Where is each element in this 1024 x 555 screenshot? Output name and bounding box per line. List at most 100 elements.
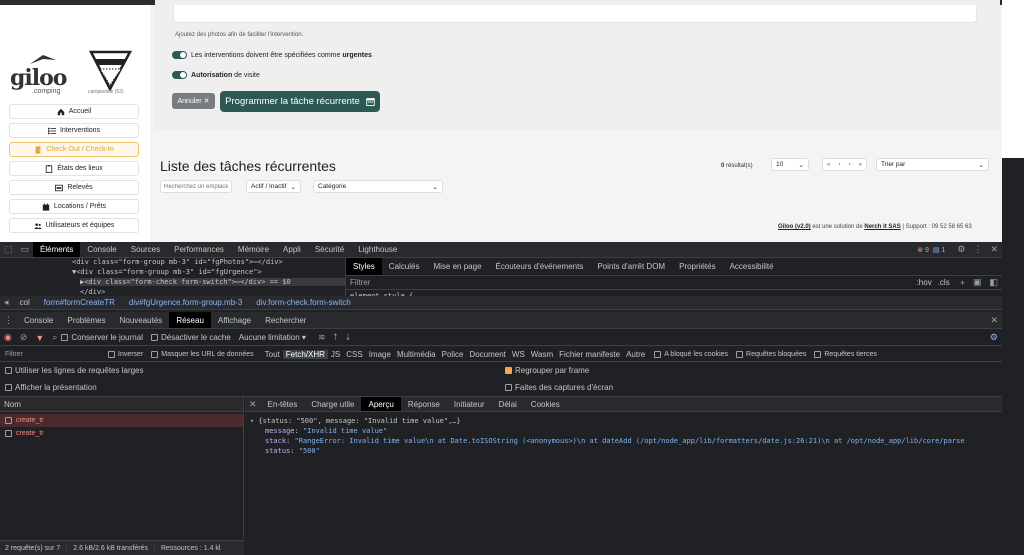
network-filter-input[interactable]: Filtrer	[0, 351, 108, 358]
tab-console[interactable]: Console	[17, 316, 60, 325]
blocked-requests-checkbox[interactable]: Requêtes bloquées	[736, 350, 806, 358]
type-filter[interactable]: WS	[509, 350, 528, 359]
tab-sources[interactable]: Sources	[124, 245, 167, 254]
tab-whats-new[interactable]: Nouveautés	[113, 316, 170, 325]
inspect-element-icon[interactable]: ⬚	[0, 244, 17, 255]
drawer-menu-icon[interactable]: ⋮	[0, 315, 17, 326]
group-by-frame-checkbox[interactable]: Regrouper par frame	[505, 366, 589, 375]
export-har-icon[interactable]: ⭣	[342, 332, 354, 343]
giloo-logo[interactable]: giloo .comping	[10, 55, 70, 97]
capture-screenshots-checkbox[interactable]: Faites des captures d'écran	[505, 383, 613, 392]
type-filter[interactable]: CSS	[343, 350, 365, 359]
type-filter[interactable]: Tout	[262, 350, 283, 359]
error-count-badge[interactable]: ⊗ 9	[917, 246, 929, 254]
search-input[interactable]	[160, 180, 232, 193]
sort-select[interactable]: Trier par ⌄	[876, 158, 989, 171]
invert-checkbox[interactable]: Inverser	[108, 350, 143, 358]
breadcrumb-item[interactable]: form#formCreateTR	[37, 298, 122, 307]
tab-layout[interactable]: Mise en page	[426, 262, 488, 271]
clear-icon[interactable]: ⊘	[16, 332, 32, 343]
next-page-icon[interactable]: ›	[849, 162, 851, 168]
hov-toggle[interactable]: :hov	[917, 278, 932, 287]
dom-line[interactable]: ▼<div class="form-group mb-3" id="fgUrge…	[72, 268, 262, 276]
record-icon[interactable]: ◉	[0, 332, 16, 343]
gear-icon[interactable]: ⚙	[986, 332, 1002, 343]
sidebar-toggle-icon[interactable]: ◧	[985, 277, 1002, 288]
urgent-toggle[interactable]	[172, 51, 187, 59]
type-filter[interactable]: Police	[439, 350, 467, 359]
dom-line[interactable]: <div class="form-group mb-3" id="fgPhoto…	[72, 258, 283, 266]
close-icon[interactable]: ✕	[986, 244, 1002, 255]
nav-item-accueil[interactable]: Accueil	[9, 104, 139, 119]
gear-icon[interactable]: ⚙	[953, 244, 969, 255]
tab-security[interactable]: Sécurité	[308, 245, 351, 254]
tab-search[interactable]: Rechercher	[258, 316, 313, 325]
breadcrumb-item[interactable]: col	[13, 298, 37, 307]
per-page-select[interactable]: 10 ⌄	[771, 158, 809, 171]
nav-item-releves[interactable]: Relevés	[9, 180, 139, 195]
breadcrumb-item[interactable]: div.form-check.form-switch	[249, 298, 358, 307]
message-count-badge[interactable]: ▤ 1	[933, 246, 945, 254]
prev-page-icon[interactable]: ‹	[838, 162, 840, 168]
scroll-left-icon[interactable]: ◂	[0, 297, 13, 308]
network-conditions-icon[interactable]: ≋	[314, 332, 330, 343]
close-icon[interactable]: ✕	[245, 399, 261, 410]
dom-line-selected[interactable]: ▶<div class="form-check form-switch">⋯</…	[80, 278, 345, 286]
type-filter[interactable]: JS	[328, 350, 343, 359]
import-har-icon[interactable]: ⭡	[330, 332, 342, 343]
search-icon[interactable]: ⌕	[48, 332, 61, 343]
tab-accessibility[interactable]: Accessibilité	[723, 262, 781, 271]
nav-item-utilisateurs-equipes[interactable]: Utilisateurs et équipes	[9, 218, 139, 233]
computed-toggle-icon[interactable]: ▣	[969, 277, 986, 288]
first-page-icon[interactable]: «	[827, 162, 830, 168]
preserve-log-checkbox[interactable]: Conserver le journal	[61, 333, 143, 342]
tab-event-listeners[interactable]: Écouteurs d'événements	[489, 262, 591, 271]
tab-network[interactable]: Réseau	[169, 312, 211, 328]
type-filter[interactable]: Autre	[623, 350, 648, 359]
filter-icon[interactable]: ▼	[31, 333, 48, 343]
cls-toggle[interactable]: .cls	[938, 278, 950, 287]
breadcrumb-item[interactable]: div#fgUrgence.form-group.mb-3	[122, 298, 249, 307]
request-row[interactable]: create_tr	[0, 427, 243, 440]
type-filter[interactable]: Multimédia	[394, 350, 439, 359]
hide-data-urls-checkbox[interactable]: Masquer les URL de données	[151, 350, 254, 358]
tab-headers[interactable]: En-têtes	[261, 400, 305, 409]
tab-application[interactable]: Appli	[276, 245, 308, 254]
request-row[interactable]: create_tr	[0, 414, 243, 427]
tab-memory[interactable]: Mémoire	[231, 245, 276, 254]
tab-styles[interactable]: Styles	[346, 258, 382, 275]
more-options-icon[interactable]: ⋮	[969, 244, 986, 255]
tab-computed[interactable]: Calculés	[382, 262, 427, 271]
active-filter-select[interactable]: Actif / Inactif ⌄	[246, 180, 301, 193]
throttle-select[interactable]: Aucune limitation ▾	[239, 333, 306, 342]
nav-item-interventions[interactable]: Interventions	[9, 123, 139, 138]
device-toolbar-icon[interactable]: ▭	[17, 244, 34, 255]
nav-item-check-out-check-in[interactable]: Check-Out / Check-In	[9, 142, 139, 157]
preview-summary[interactable]: ▾ {status: "500", message: "Invalid time…	[250, 417, 461, 425]
type-filter[interactable]: Fetch/XHR	[282, 349, 328, 359]
tab-elements[interactable]: Éléments	[33, 242, 81, 257]
tab-cookies[interactable]: Cookies	[524, 400, 567, 409]
pagination[interactable]: « ‹ › »	[822, 158, 867, 171]
nav-item-locations-prets[interactable]: Locations / Prêts	[9, 199, 139, 214]
show-overview-checkbox[interactable]: Afficher la présentation	[5, 383, 97, 392]
tab-initiator[interactable]: Initiateur	[447, 400, 492, 409]
visit-authorization-toggle[interactable]	[172, 71, 187, 79]
tab-timing[interactable]: Délai	[492, 400, 524, 409]
last-page-icon[interactable]: »	[859, 162, 862, 168]
dom-line[interactable]: </div>	[80, 288, 105, 296]
category-filter-select[interactable]: Catégorie ⌄	[313, 180, 443, 193]
photos-dropzone[interactable]	[173, 5, 977, 23]
type-filter[interactable]: Document	[466, 350, 508, 359]
type-filter[interactable]: Image	[366, 350, 394, 359]
third-party-checkbox[interactable]: Requêtes tierces	[814, 350, 877, 358]
tab-properties[interactable]: Propriétés	[672, 262, 722, 271]
cancel-button[interactable]: Annuler ✕	[172, 93, 215, 109]
large-rows-checkbox[interactable]: Utiliser les lignes de requêtes larges	[5, 366, 144, 375]
blocked-cookies-checkbox[interactable]: A bloqué les cookies	[654, 350, 728, 358]
tab-response[interactable]: Réponse	[401, 400, 447, 409]
type-filter[interactable]: Fichier manifeste	[556, 350, 623, 359]
add-rule-icon[interactable]: +	[956, 278, 969, 288]
type-filter[interactable]: Wasm	[528, 350, 556, 359]
close-icon[interactable]: ✕	[986, 315, 1002, 326]
